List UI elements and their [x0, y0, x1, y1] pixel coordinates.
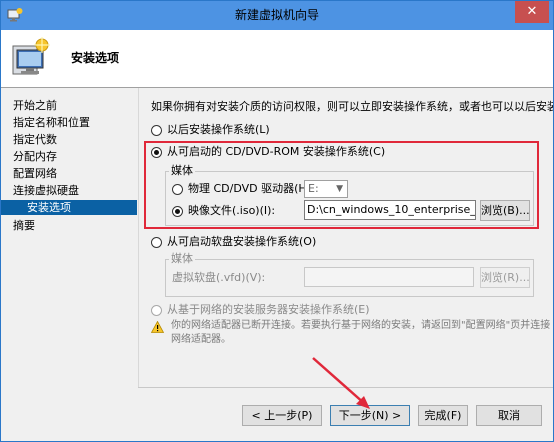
window-title: 新建虚拟机向导: [234, 8, 319, 22]
radio-install-network[interactable]: [151, 305, 162, 316]
browse-image-button[interactable]: 浏览(B)...: [480, 200, 530, 221]
browse-floppy-button[interactable]: 浏览(R)...: [480, 267, 530, 288]
wizard-steps-sidebar: 开始之前 指定名称和位置 指定代数 分配内存 配置网络 连接虚拟硬盘 安装选项 …: [1, 88, 137, 441]
finish-button[interactable]: 完成(F): [418, 405, 468, 426]
step-install-options[interactable]: 安装选项: [1, 200, 137, 215]
wizard-window: 新建虚拟机向导 ✕ 安装选项 开始之前 指定名称和位置 指定代数 分配内存 配置…: [0, 0, 554, 442]
step-name-location[interactable]: 指定名称和位置: [13, 115, 90, 130]
chevron-down-icon: ▼: [336, 184, 343, 194]
close-button[interactable]: ✕: [515, 1, 549, 23]
floppy-media-group-label: 媒体: [169, 252, 195, 265]
media-group-label: 媒体: [169, 164, 195, 177]
virtual-floppy-input[interactable]: [304, 267, 474, 287]
label-physical-drive[interactable]: 物理 CD/DVD 驱动器(H):: [188, 182, 315, 196]
step-generation[interactable]: 指定代数: [13, 132, 57, 147]
previous-button[interactable]: < 上一步(P): [242, 405, 322, 426]
wizard-header: 安装选项: [1, 30, 553, 88]
step-network[interactable]: 配置网络: [13, 166, 57, 181]
description-text: 如果你拥有对安装介质的访问权限，则可以立即安装操作系统，或者也可以以后安装。: [151, 100, 554, 113]
step-virtual-disk[interactable]: 连接虚拟硬盘: [13, 183, 79, 198]
label-image-file[interactable]: 映像文件(.iso)(I):: [188, 204, 275, 218]
radio-install-later[interactable]: [151, 125, 162, 136]
step-summary[interactable]: 摘要: [13, 218, 35, 233]
step-memory[interactable]: 分配内存: [13, 149, 57, 164]
label-install-cd-dvd[interactable]: 从可启动的 CD/DVD-ROM 安装操作系统(C): [167, 145, 385, 159]
physical-drive-value: E:: [308, 182, 319, 195]
radio-install-floppy[interactable]: [151, 237, 162, 248]
label-install-later[interactable]: 以后安装操作系统(L): [167, 123, 270, 137]
radio-install-cd-dvd[interactable]: [151, 147, 162, 158]
image-file-input[interactable]: D:\cn_windows_10_enterprise_x64: [304, 200, 476, 220]
label-virtual-floppy: 虚拟软盘(.vfd)(V):: [172, 271, 266, 284]
computer-install-icon: [12, 37, 50, 75]
step-before-you-begin[interactable]: 开始之前: [13, 98, 57, 113]
network-warning-text: 你的网络适配器已断开连接。若要执行基于网络的安装，请返回到"配置网络"页并连接网…: [171, 320, 551, 345]
label-install-network[interactable]: 从基于网络的安装服务器安装操作系统(E): [167, 303, 370, 317]
next-button[interactable]: 下一步(N) >: [330, 405, 410, 426]
cancel-button[interactable]: 取消: [476, 405, 542, 426]
title-bar[interactable]: 新建虚拟机向导 ✕: [1, 1, 553, 30]
label-install-floppy[interactable]: 从可启动软盘安装操作系统(O): [167, 235, 316, 249]
warning-icon: [151, 321, 164, 333]
radio-image-file[interactable]: [172, 206, 183, 217]
radio-physical-drive[interactable]: [172, 184, 183, 195]
page-title: 安装选项: [71, 51, 120, 65]
physical-drive-select[interactable]: E: ▼: [304, 180, 348, 198]
footer-divider: [138, 387, 553, 388]
